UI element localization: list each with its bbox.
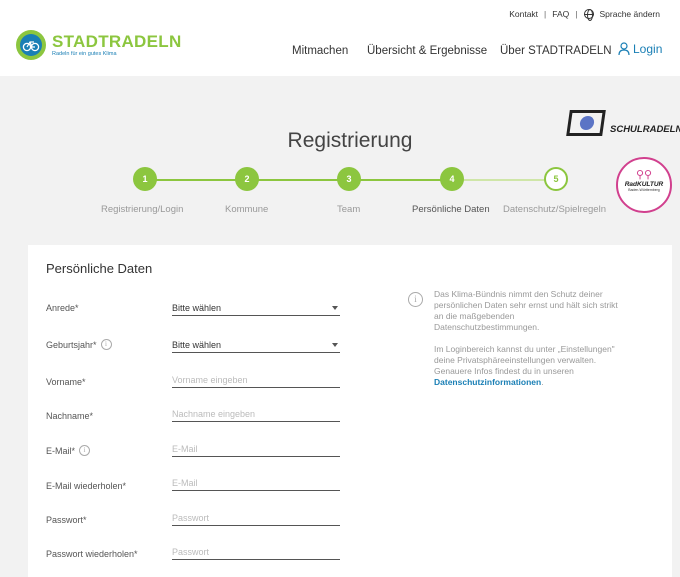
step-2-circle[interactable]: 2 bbox=[235, 167, 259, 191]
login-label: Login bbox=[633, 42, 663, 56]
field-label-nachname: Nachname* bbox=[46, 411, 94, 421]
globe-icon[interactable] bbox=[583, 9, 594, 21]
field-label-anrede: Anrede* bbox=[46, 303, 79, 313]
field-label-geburtsjahr: Geburtsjahr* i bbox=[46, 339, 112, 350]
kontakt-link[interactable]: Kontakt bbox=[509, 9, 538, 19]
email-input[interactable]: E-Mail bbox=[172, 441, 340, 457]
bicycle-icon: ⚲⚲ bbox=[635, 169, 653, 181]
brand-subtitle: Radeln für ein gutes Klima bbox=[52, 51, 117, 57]
password-repeat-input[interactable]: Passwort bbox=[172, 544, 340, 560]
field-label-email: E-Mail* i bbox=[46, 445, 91, 456]
field-label-vorname: Vorname* bbox=[46, 377, 86, 387]
info-icon[interactable]: i bbox=[79, 445, 91, 456]
language-link[interactable]: Sprache ändern bbox=[600, 9, 661, 19]
faq-link[interactable]: FAQ bbox=[552, 9, 569, 19]
info-icon: i bbox=[408, 292, 423, 307]
brand-logo[interactable]: STADTRADELN Radeln für ein gutes Klima bbox=[16, 30, 182, 60]
user-icon bbox=[618, 42, 630, 56]
login-button[interactable]: Login bbox=[618, 42, 662, 56]
site-header: Kontakt | FAQ | Sprache ändern STADTRADE… bbox=[0, 0, 680, 76]
radkultur-text: RadKULTUR bbox=[624, 181, 664, 188]
schulradeln-icon bbox=[566, 110, 606, 136]
step-connector bbox=[145, 179, 450, 181]
chevron-down-icon bbox=[332, 342, 338, 347]
nachname-input[interactable]: Nachname eingeben bbox=[172, 406, 340, 422]
privacy-link[interactable]: Datenschutzinformationen bbox=[434, 377, 541, 387]
step-3-label[interactable]: Team bbox=[337, 204, 360, 215]
bicycle-logo-icon bbox=[16, 30, 46, 60]
email-repeat-input[interactable]: E-Mail bbox=[172, 475, 340, 491]
chevron-down-icon bbox=[332, 305, 338, 310]
step-4-circle[interactable]: 4 bbox=[440, 167, 464, 191]
nav-mitmachen[interactable]: Mitmachen bbox=[292, 45, 348, 57]
separator: | bbox=[575, 9, 578, 19]
schulradeln-text: SCHULRADELN bbox=[610, 123, 680, 135]
field-label-passwort-repeat: Passwort wiederholen* bbox=[46, 549, 138, 559]
settings-text: Im Loginbereich kannst du unter „Einstel… bbox=[434, 344, 615, 387]
anrede-select[interactable]: Bitte wählen bbox=[172, 300, 340, 316]
field-label-passwort: Passwort* bbox=[46, 515, 87, 525]
nav-uebersicht[interactable]: Übersicht & Ergebnisse bbox=[367, 45, 487, 57]
brand-title: STADTRADELN bbox=[52, 32, 182, 51]
step-connector bbox=[452, 179, 556, 181]
step-5-label: Datenschutz/Spielregeln bbox=[503, 204, 606, 215]
step-4-label: Persönliche Daten bbox=[412, 204, 490, 215]
radkultur-subtext: Baden-Württemberg bbox=[628, 188, 660, 192]
personal-data-card: Persönliche Daten Anrede* Bitte wählen G… bbox=[28, 245, 672, 577]
vorname-input[interactable]: Vorname eingeben bbox=[172, 372, 340, 388]
step-1-label[interactable]: Registrierung/Login bbox=[101, 204, 183, 215]
step-5-circle: 5 bbox=[544, 167, 568, 191]
password-input[interactable]: Passwort bbox=[172, 510, 340, 526]
nav-ueber[interactable]: Über STADTRADELN bbox=[500, 45, 612, 57]
field-label-email-repeat: E-Mail wiederholen* bbox=[46, 481, 127, 491]
step-3-circle[interactable]: 3 bbox=[337, 167, 361, 191]
section-title: Persönliche Daten bbox=[46, 261, 153, 276]
top-bar: Kontakt | FAQ | Sprache ändern bbox=[509, 9, 661, 21]
privacy-text: Das Klima-Bündnis nimmt den Schutz deine… bbox=[434, 289, 618, 332]
step-1-circle[interactable]: 1 bbox=[133, 167, 157, 191]
geburtsjahr-select[interactable]: Bitte wählen bbox=[172, 337, 340, 353]
info-icon[interactable]: i bbox=[100, 339, 112, 350]
step-2-label[interactable]: Kommune bbox=[225, 204, 268, 215]
privacy-info-panel: i Das Klima-Bündnis nimmt den Schutz dei… bbox=[408, 289, 618, 388]
schulradeln-logo[interactable]: SCHULRADELN bbox=[566, 110, 680, 136]
radkultur-logo[interactable]: ⚲⚲ RadKULTUR Baden-Württemberg bbox=[616, 157, 672, 213]
separator: | bbox=[544, 9, 547, 19]
